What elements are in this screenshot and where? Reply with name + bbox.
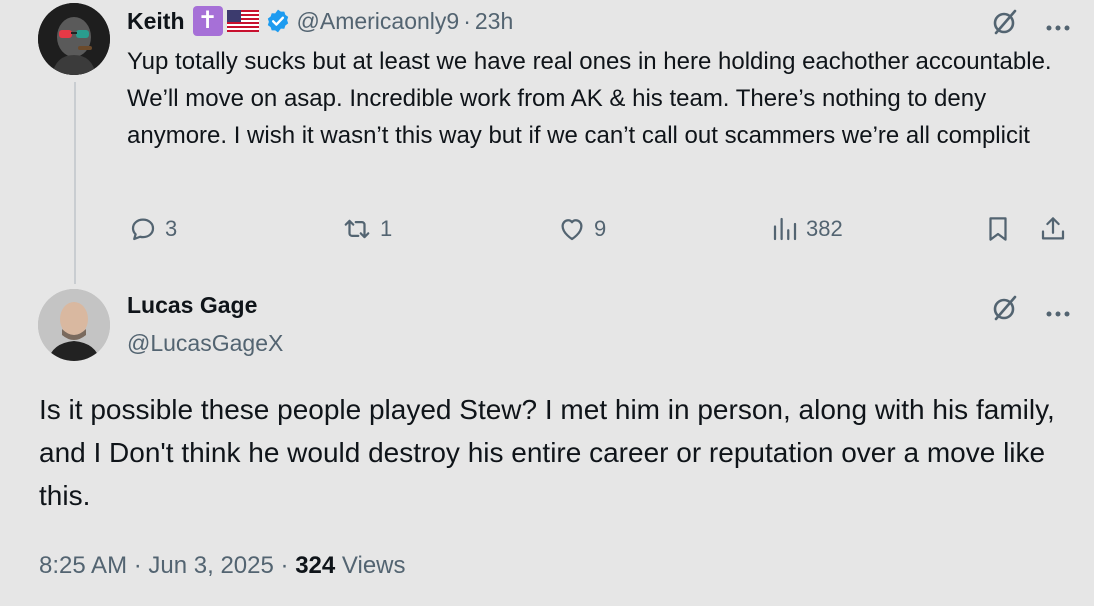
reply-button[interactable]: 3 (127, 214, 177, 244)
thread-connector (74, 82, 76, 284)
views-button[interactable]: 382 (770, 214, 843, 244)
post-time[interactable]: 8:25 AM (39, 552, 127, 579)
repost-icon (344, 219, 370, 239)
separator-dot: · (133, 552, 142, 579)
more-icon[interactable] (1045, 304, 1071, 318)
post-date[interactable]: Jun 3, 2025 (148, 552, 273, 579)
post-body-text: Is it possible these people played Stew?… (39, 394, 1055, 511)
grok-slash-icon[interactable] (991, 8, 1019, 41)
reply-body-text: Yup totally sucks but at least we have r… (127, 48, 1052, 149)
share-button[interactable] (1038, 214, 1074, 244)
post-author-handle[interactable]: @LucasGageX (127, 330, 283, 357)
post-header-handle: @LucasGageX (127, 330, 283, 357)
cross-emoji-icon: ✝ (192, 6, 223, 36)
like-count: 9 (594, 216, 607, 241)
verified-badge-icon (265, 8, 291, 34)
reply-timestamp[interactable]: 23h (475, 8, 513, 35)
post-top-actions (991, 294, 1071, 327)
bookmark-button[interactable] (983, 214, 1019, 244)
reply-header: Keith ✝ @Americaonly9 · 23h (127, 6, 513, 36)
views-icon (773, 217, 797, 241)
post-meta: 8:25 AM · Jun 3, 2025 · 324 Views (39, 552, 406, 580)
post-views-count: 324 (295, 552, 336, 579)
bookmark-icon (989, 217, 1007, 241)
avatar-lucas-gage[interactable] (38, 289, 110, 361)
reply-top-actions (991, 8, 1071, 41)
like-icon (561, 219, 583, 241)
reply-author-name[interactable]: Keith (127, 8, 185, 35)
separator-dot: · (463, 7, 471, 34)
post-header-name: Lucas Gage (127, 292, 257, 319)
views-count: 382 (806, 216, 843, 241)
avatar-keith[interactable] (38, 3, 110, 75)
grok-slash-icon[interactable] (991, 294, 1019, 327)
reply-author-handle[interactable]: @Americaonly9 (297, 8, 460, 35)
repost-button[interactable]: 1 (340, 214, 392, 244)
reply-count: 3 (165, 216, 178, 241)
us-flag-icon (226, 10, 259, 32)
reply-icon (131, 218, 155, 241)
repost-count: 1 (380, 216, 393, 241)
like-button[interactable]: 9 (556, 214, 606, 244)
post-author-name[interactable]: Lucas Gage (127, 292, 257, 319)
separator-dot: · (280, 552, 289, 579)
post-views-label: Views (341, 552, 406, 579)
more-icon[interactable] (1045, 18, 1071, 32)
share-icon (1041, 217, 1065, 240)
